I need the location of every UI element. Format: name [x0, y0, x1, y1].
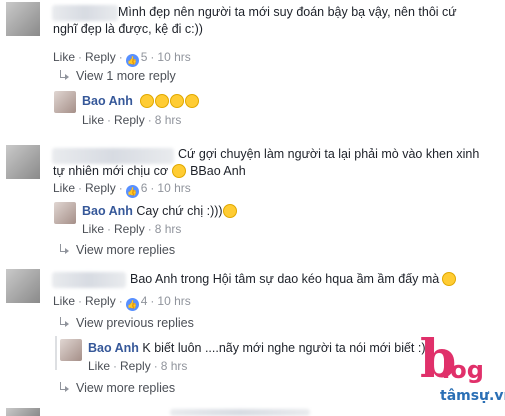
timestamp[interactable]: 8 hrs [155, 222, 182, 236]
reply-arrow-icon [60, 70, 70, 80]
timestamp[interactable]: 10 hrs [157, 50, 190, 64]
commenter-avatar[interactable] [6, 269, 40, 303]
reply-link[interactable]: Reply [114, 113, 145, 127]
commenter-avatar[interactable] [6, 145, 40, 179]
reply-actions: Like · Reply · 8 hrs [82, 222, 182, 236]
emoji-icon [222, 204, 237, 218]
emoji-icon [442, 272, 457, 286]
emoji-icon [170, 94, 185, 108]
like-link[interactable]: Like [82, 222, 104, 236]
comment-actions: Like · Reply · 👍 5 · 10 hrs [53, 50, 191, 67]
reply-avatar[interactable] [60, 339, 82, 361]
reply-arrow-icon [60, 382, 70, 392]
like-count[interactable]: 4 [141, 294, 148, 308]
comment-actions: Like · Reply · 👍 6 · 10 hrs [53, 181, 191, 198]
reply-author-name[interactable]: Bao Anh [88, 341, 139, 355]
commenter-avatar[interactable] [6, 2, 40, 36]
emoji-icon [155, 94, 170, 108]
like-link[interactable]: Like [53, 294, 75, 308]
comment-actions: Like · Reply · 👍 4 · 10 hrs [53, 294, 191, 311]
reply-link[interactable]: Reply [120, 359, 151, 373]
timestamp[interactable]: 10 hrs [157, 294, 190, 308]
like-link[interactable]: Like [88, 359, 110, 373]
view-more-replies-link[interactable]: View more replies [60, 381, 175, 395]
thumbs-up-icon: 👍 [125, 54, 139, 67]
reply-link[interactable]: Reply [85, 181, 116, 195]
thread-line [55, 336, 57, 370]
emoji-icon [185, 94, 200, 108]
comment-text: Mình đẹp nên người ta mới suy đoán bậy b… [118, 5, 457, 19]
comment-text: Bao Anh trong Hội tâm sự dao kéo hqua ầm… [130, 271, 457, 288]
thumbs-up-icon: 👍 [125, 185, 139, 198]
reply-link[interactable]: Reply [85, 294, 116, 308]
blurred-commenter-name [170, 409, 310, 416]
blurred-commenter-name [52, 148, 174, 164]
reply-author-name[interactable]: Bao Anh [82, 94, 133, 108]
reply-actions: Like · Reply · 8 hrs [88, 359, 188, 373]
reply-avatar[interactable] [54, 91, 76, 113]
thumbs-up-icon: 👍 [125, 298, 139, 311]
reply-text: Bao Anh Cay chứ chị :))) [82, 203, 238, 220]
like-count[interactable]: 5 [141, 50, 148, 64]
comment-text: nghĩ đẹp là được, kệ đi c:)) [53, 22, 203, 36]
emoji-icon [171, 164, 186, 178]
blurred-commenter-name [52, 272, 126, 288]
reply-link[interactable]: Reply [114, 222, 145, 236]
comment-text: Cứ gợi chuyện làm người ta lại phải mò v… [178, 147, 480, 161]
blog-tamsu-watermark: b log tâmsự.vn [420, 329, 505, 405]
timestamp[interactable]: 8 hrs [161, 359, 188, 373]
reply-author-name[interactable]: Bao Anh [82, 204, 133, 218]
like-count[interactable]: 6 [141, 181, 148, 195]
reply-link[interactable]: Reply [85, 50, 116, 64]
reply-actions: Like · Reply · 8 hrs [82, 113, 182, 127]
blurred-commenter-name [52, 5, 118, 21]
emoji-icon [140, 94, 155, 108]
commenter-avatar[interactable] [6, 408, 40, 416]
reply-text: Bao Anh [82, 93, 200, 110]
reply-text: Bao Anh K biết luôn ....nãy mới nghe ngư… [88, 341, 426, 355]
reply-arrow-icon [60, 317, 70, 327]
reply-avatar[interactable] [54, 202, 76, 224]
like-link[interactable]: Like [53, 181, 75, 195]
like-link[interactable]: Like [53, 50, 75, 64]
comment-text: tự nhiên mới chịu cơ BBao Anh [53, 164, 246, 178]
view-previous-replies-link[interactable]: View previous replies [60, 316, 194, 330]
timestamp[interactable]: 8 hrs [155, 113, 182, 127]
timestamp[interactable]: 10 hrs [157, 181, 190, 195]
like-link[interactable]: Like [82, 113, 104, 127]
view-more-replies-link[interactable]: View 1 more reply [60, 69, 176, 83]
view-more-replies-link[interactable]: View more replies [60, 243, 175, 257]
reply-arrow-icon [60, 244, 70, 254]
